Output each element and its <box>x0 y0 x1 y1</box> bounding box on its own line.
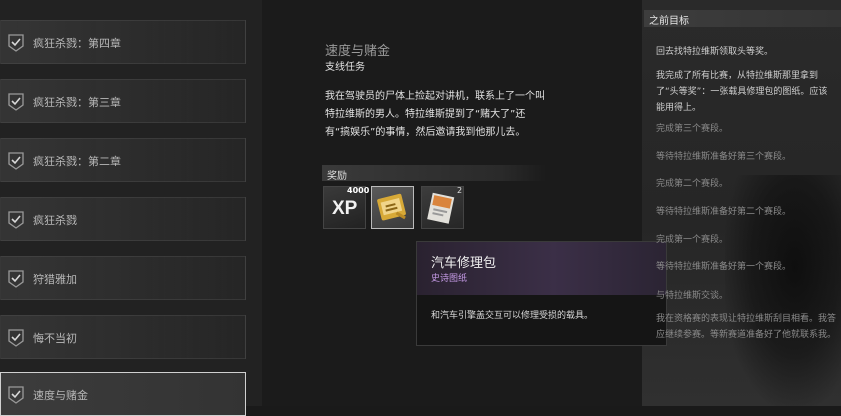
objective-item: 回去找特拉维斯领取头等奖。 <box>656 47 774 57</box>
quest-item-label: 悔不当初 <box>33 332 77 345</box>
quest-item-label: 疯狂杀戮 <box>33 214 77 227</box>
objective-item: 等待特拉维斯准备好第三个赛段。 <box>656 152 792 162</box>
quest-item-label: 狩猎雅加 <box>33 273 77 286</box>
item-tooltip: 汽车修理包 史诗图纸 和汽车引擎盖交互可以修理受损的载具。 <box>416 241 667 346</box>
quest-item-label: 疯狂杀戮：第三章 <box>33 96 121 109</box>
vehicle-repair-kit-icon <box>377 193 406 221</box>
objective-item: 完成第一个赛段。 <box>656 235 729 245</box>
objective-item: 等待特拉维斯准备好第二个赛段。 <box>656 207 792 217</box>
objective-item: 我完成了所有比赛，从特拉维斯那里拿到了“头等奖”：一张载具修理包的图纸。应该能用… <box>656 71 828 113</box>
quest-item[interactable]: 狩猎雅加 <box>0 256 246 300</box>
reward-count: 2 <box>457 186 463 195</box>
quest-type: 支线任务 <box>325 62 365 73</box>
quest-item[interactable]: 疯狂杀戮 <box>0 197 246 241</box>
quest-item-label: 速度与赌金 <box>33 389 88 402</box>
objective-item: 完成第二个赛段。 <box>656 179 729 189</box>
tooltip-item-description: 和汽车引擎盖交互可以修理受损的载具。 <box>431 311 594 321</box>
quest-item[interactable]: 疯狂杀戮：第三章 <box>0 79 246 123</box>
quest-item-label: 疯狂杀戮：第四章 <box>33 37 121 50</box>
quest-item[interactable]: 悔不当初 <box>0 315 246 359</box>
quest-item-selected[interactable]: 速度与赌金 <box>0 372 246 416</box>
quest-item[interactable]: 疯狂杀戮：第四章 <box>0 20 246 64</box>
quest-item[interactable]: 疯狂杀戮：第二章 <box>0 138 246 182</box>
tooltip-item-rarity: 史诗图纸 <box>431 274 468 284</box>
checkmark-shield-icon <box>8 211 24 229</box>
checkmark-shield-icon <box>8 34 24 52</box>
checkmark-shield-icon <box>8 152 24 170</box>
checkmark-shield-icon <box>8 270 24 288</box>
objective-item: 等待特拉维斯准备好第一个赛段。 <box>656 262 792 272</box>
rewards-bar <box>322 165 546 181</box>
objective-item: 完成第三个赛段。 <box>656 124 729 134</box>
checkmark-shield-icon <box>8 329 24 347</box>
checkmark-shield-icon <box>8 93 24 111</box>
objective-item: 我在资格赛的表现让特拉维斯刮目相看。我答应继续参赛。等新赛道准备好了他就联系我。 <box>656 314 837 340</box>
reward-xp[interactable]: 4000 XP <box>323 186 370 229</box>
quest-title: 速度与赌金 <box>325 44 391 59</box>
tooltip-item-name: 汽车修理包 <box>431 256 497 271</box>
checkmark-shield-icon <box>8 386 24 404</box>
xp-amount: 4000 <box>347 186 370 195</box>
quest-description: 我在驾驶员的尸体上捡起对讲机，联系上了一个叫特拉维斯的男人。特拉维斯提到了“赌大… <box>325 91 545 138</box>
rewards-label: 奖励 <box>327 171 347 182</box>
xp-icon: XP <box>332 198 358 219</box>
objective-item: 与特拉维斯交谈。 <box>656 291 729 301</box>
reward-vehicle-repair-kit[interactable] <box>371 186 414 229</box>
objectives-header-label: 之前目标 <box>649 16 689 27</box>
quest-item-label: 疯狂杀戮：第二章 <box>33 155 121 168</box>
